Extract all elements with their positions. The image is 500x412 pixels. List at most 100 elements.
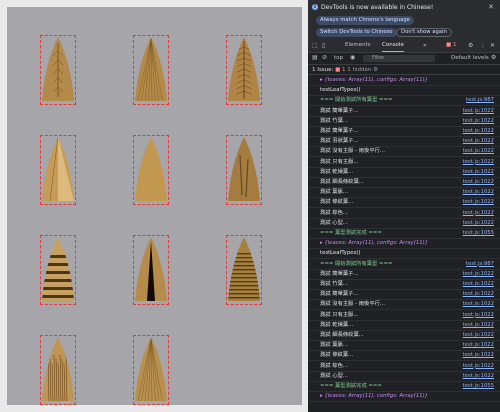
filter-input[interactable]: Filter	[363, 55, 435, 62]
clear-console-icon[interactable]: ⊘	[322, 54, 327, 61]
leaf-canvas	[7, 7, 302, 405]
kebab-menu-icon[interactable]: ⋮	[480, 42, 486, 49]
console-message: 測試 乾燥葉...	[320, 168, 354, 175]
source-link[interactable]: test.js:1022	[463, 127, 494, 136]
leaf-r2c3	[226, 135, 262, 205]
console-message: 測試 只有主脈...	[320, 158, 359, 165]
console-row: 測試 心型... test.js:1022	[308, 219, 500, 229]
console-message: 測試 細長條紋葉...	[320, 179, 364, 185]
source-link[interactable]: test.js:1022	[463, 188, 494, 197]
leaf-r1c1	[40, 35, 76, 105]
context-select[interactable]: top	[334, 55, 343, 61]
console-message: 測試 乾燥葉...	[320, 321, 354, 328]
source-link[interactable]: test.js:1022	[463, 321, 494, 330]
issues-hidden: 1 hidden	[347, 67, 372, 73]
source-link[interactable]: test.js:1022	[463, 351, 494, 360]
notice-message: DevTools is now available in Chinese!	[321, 4, 434, 11]
source-link[interactable]: test.js:1022	[463, 147, 494, 156]
more-tabs-icon[interactable]: »	[423, 42, 427, 49]
console-row: === 葉型測試完成 === test.js:1055	[308, 382, 500, 392]
console-message: 測試 棕色...	[320, 362, 348, 369]
source-link[interactable]: test.js:1022	[463, 178, 494, 187]
source-link[interactable]: test.js:1022	[463, 341, 494, 350]
console-row: 測試 葉脈... test.js:1022	[308, 341, 500, 352]
devtools-tabbar: ⬚ ▯ Elements Console » ■ 1 ⚙ ⋮ ✕	[308, 40, 500, 53]
leaf-r2c2	[133, 135, 169, 205]
console-row: === 開始測試所有葉型 === test.js:987	[308, 96, 500, 107]
console-message: ▸ {leaves: Array(11), configs: Array(11)…	[320, 393, 429, 400]
console-message: === 葉型測試完成 ===	[320, 383, 382, 389]
issues-settings-icon[interactable]: ⚙	[373, 67, 378, 73]
console-row: 測試 簡單葉子... test.js:1022	[308, 290, 500, 301]
console-message: 測試 條紋葉...	[320, 352, 354, 359]
switch-language-button[interactable]: Switch DevTools to Chinese	[316, 28, 397, 37]
close-icon[interactable]: ✕	[488, 3, 494, 11]
console-message: 測試 羽狀葉子...	[320, 138, 359, 145]
console-message: 測試 沒有主脈 - 雨後平行...	[320, 148, 385, 155]
language-notice: i DevTools is now available in Chinese! …	[308, 0, 500, 41]
source-link[interactable]: test.js:1022	[463, 198, 494, 207]
source-link[interactable]: test.js:1022	[463, 107, 494, 116]
source-link[interactable]: test.js:1055	[463, 382, 494, 391]
console-message: 測試 棕色...	[320, 209, 348, 216]
source-link[interactable]: test.js:1022	[463, 372, 494, 381]
console-row: testLeafTypes()	[308, 249, 500, 260]
devtools-panel: i DevTools is now available in Chinese! …	[308, 0, 500, 412]
console-row: 測試 條紋葉... test.js:1022	[308, 198, 500, 209]
issues-bar[interactable]: 1 Issue: ■ 1 1 hidden ⚙	[308, 65, 500, 75]
console-settings-icon[interactable]: ⚙	[491, 54, 496, 61]
console-row: testLeafTypes()	[308, 86, 500, 97]
console-row: 測試 棕色... test.js:1022	[308, 209, 500, 219]
source-link[interactable]: test.js:1022	[463, 362, 494, 371]
console-row: 測試 竹葉... test.js:1022	[308, 117, 500, 127]
source-link[interactable]: test.js:1022	[463, 168, 494, 177]
source-link[interactable]: test.js:1055	[463, 229, 494, 238]
console-row: 測試 簡單葉子... test.js:1022	[308, 270, 500, 280]
error-badge[interactable]: ■ 1	[446, 42, 456, 48]
source-link[interactable]: test.js:1022	[463, 117, 494, 126]
device-toggle-icon[interactable]: ▯	[322, 42, 325, 49]
console-row: 測試 竹葉... test.js:1022	[308, 280, 500, 290]
source-link[interactable]: test.js:1022	[463, 300, 494, 309]
leaf-r4c2	[133, 335, 169, 405]
source-link[interactable]: test.js:1022	[463, 280, 494, 289]
log-levels-select[interactable]: Default levels	[451, 55, 489, 61]
issue-error-count: ■ 1	[335, 67, 346, 73]
console-row: === 葉型測試完成 === test.js:1055	[308, 229, 500, 239]
match-language-button[interactable]: Always match Chrome's language	[316, 16, 415, 25]
console-row: === 開始測試所有葉型 === test.js:987	[308, 260, 500, 270]
eye-icon[interactable]: ◉	[350, 54, 355, 61]
console-message: testLeafTypes()	[320, 87, 361, 94]
leaf-r1c3	[226, 35, 262, 105]
source-link[interactable]: test.js:1022	[463, 158, 494, 167]
source-link[interactable]: test.js:1022	[463, 311, 494, 320]
gear-icon[interactable]: ⚙	[468, 42, 473, 49]
dont-show-again-button[interactable]: Don't show again	[396, 28, 452, 37]
console-message: 測試 葉脈...	[320, 189, 348, 196]
console-row: 測試 細長條紋葉... test.js:1022	[308, 331, 500, 341]
close-devtools-icon[interactable]: ✕	[490, 42, 495, 49]
sidebar-toggle-icon[interactable]: ▤	[312, 54, 318, 61]
console-row: ▸ {leaves: Array(11), configs: Array(11)…	[308, 239, 500, 250]
console-row: 測試 沒有主脈 - 雨後平行... test.js:1022	[308, 300, 500, 311]
source-link[interactable]: test.js:1022	[463, 137, 494, 146]
source-link[interactable]: test.js:1022	[463, 270, 494, 279]
source-link[interactable]: test.js:987	[466, 260, 494, 269]
info-icon: i	[312, 4, 318, 10]
console-message: 測試 竹葉...	[320, 281, 348, 287]
source-link[interactable]: test.js:1022	[463, 209, 494, 218]
console-row: 測試 乾燥葉... test.js:1022	[308, 168, 500, 178]
console-row: 測試 只有主脈... test.js:1022	[308, 311, 500, 321]
source-link[interactable]: test.js:1022	[463, 331, 494, 340]
source-link[interactable]: test.js:987	[466, 96, 494, 105]
source-link[interactable]: test.js:1022	[463, 290, 494, 299]
console-row: 測試 乾燥葉... test.js:1022	[308, 321, 500, 331]
console-row: ▸ {leaves: Array(11), configs: Array(11)…	[308, 76, 500, 86]
tab-elements[interactable]: Elements	[345, 42, 371, 48]
tab-console[interactable]: Console	[382, 42, 404, 52]
source-link[interactable]: test.js:1022	[463, 219, 494, 228]
leaf-r4c1	[40, 335, 76, 405]
console-row: 測試 只有主脈... test.js:1022	[308, 158, 500, 168]
console-message: 測試 條紋葉...	[320, 199, 354, 206]
inspect-icon[interactable]: ⬚	[312, 42, 318, 49]
